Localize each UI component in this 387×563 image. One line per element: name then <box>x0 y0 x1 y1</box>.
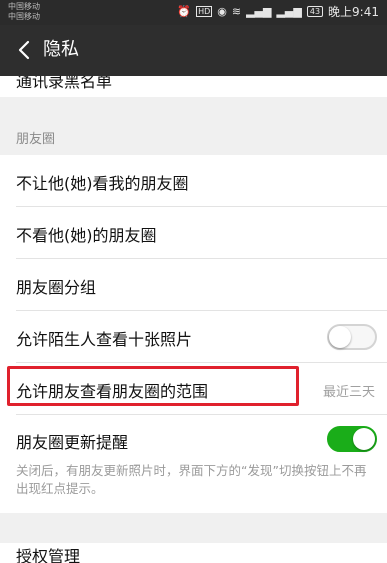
authorization-label: 授权管理 <box>16 547 81 563</box>
back-button[interactable] <box>14 39 36 61</box>
visible-range-label: 允许朋友查看朋友圈的范围 <box>16 382 209 401</box>
signal-2-icon: ▂▄▆ <box>276 5 302 18</box>
status-time: 晚上9:41 <box>328 5 379 19</box>
status-bar: 中国移动 中国移动 ⏰ HD ◉ ≋ ▂▄▆ ▂▄▆ 43 晚上9:41 <box>0 0 387 25</box>
carrier-2: 中国移动 <box>8 12 40 21</box>
eye-icon: ◉ <box>217 5 227 18</box>
hd-icon: HD <box>196 6 213 17</box>
list-item-visible-range[interactable]: 允许朋友查看朋友圈的范围 最近三天 <box>0 363 387 415</box>
blacklist-item[interactable]: 通讯录黑名单 <box>0 76 387 97</box>
toggle-knob <box>353 428 375 450</box>
signal-icon: ▂▄▆ <box>246 5 272 18</box>
stranger-photos-label: 允许陌生人查看十张照片 <box>16 330 193 349</box>
page-title: 隐私 <box>43 39 79 60</box>
title-bar: 隐私 <box>0 25 387 76</box>
list-item-hide-my-moments[interactable]: 不让他(她)看我的朋友圈 <box>0 155 387 207</box>
reminder-description: 关闭后，有朋友更新照片时，界面下方的“发现”切换按钮上不再出现红点提示。 <box>16 463 367 496</box>
battery-icon: 43 <box>306 6 324 17</box>
list-item-label: 不让他(她)看我的朋友圈 <box>16 174 189 193</box>
wifi-icon: ≋ <box>231 5 242 18</box>
moments-section-label: 朋友圈 <box>16 132 56 147</box>
list-item-moments-groups[interactable]: 朋友圈分组 <box>0 259 387 311</box>
update-reminder-toggle[interactable] <box>327 426 377 452</box>
alarm-icon: ⏰ <box>177 5 192 18</box>
list-item-label: 不看他(她)的朋友圈 <box>16 226 157 245</box>
blacklist-label: 通讯录黑名单 <box>16 76 113 91</box>
visible-range-value: 最近三天 <box>322 385 375 400</box>
carrier-1: 中国移动 <box>8 2 40 11</box>
list-item-label: 朋友圈分组 <box>16 278 97 297</box>
list-item-authorization[interactable]: 授权管理 <box>0 543 387 563</box>
list-item-hide-their-moments[interactable]: 不看他(她)的朋友圈 <box>0 207 387 259</box>
settings-list: 通讯录黑名单 朋友圈 不让他(她)看我的朋友圈 不看他(她)的朋友圈 朋友圈分组… <box>0 76 387 563</box>
update-reminder-label: 朋友圈更新提醒 <box>16 433 129 452</box>
system-icons: ⏰ HD ◉ ≋ ▂▄▆ ▂▄▆ 43 晚上9:41 <box>177 3 379 20</box>
carrier-info: 中国移动 中国移动 <box>8 2 40 22</box>
toggle-knob <box>329 326 351 348</box>
chevron-left-icon <box>18 40 30 60</box>
list-item-stranger-photos: 允许陌生人查看十张照片 <box>0 311 387 363</box>
stranger-photos-toggle[interactable] <box>327 324 377 350</box>
